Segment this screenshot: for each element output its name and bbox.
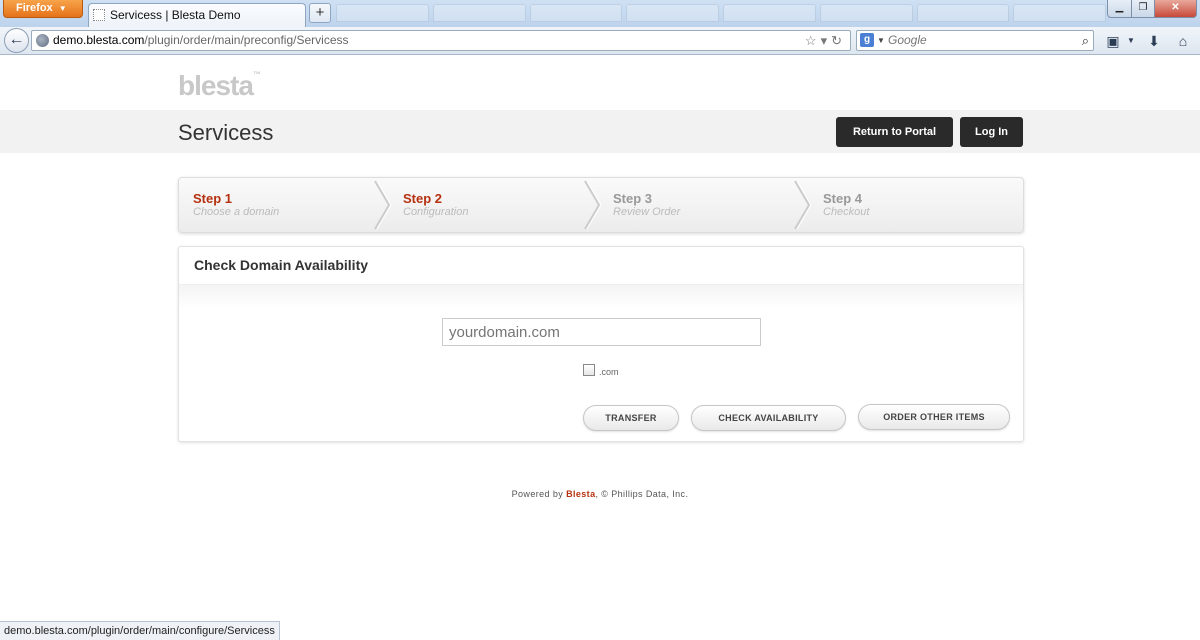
step-number: Step 2 [403,191,443,206]
globe-icon [36,34,49,47]
close-icon[interactable]: ✕ [1154,0,1197,18]
background-tab[interactable] [916,4,1010,22]
transfer-button[interactable]: TRANSFER [583,405,679,431]
footer: Powered by Blesta, © Phillips Data, Inc. [0,489,1200,499]
check-availability-button[interactable]: CHECK AVAILABILITY [691,405,846,431]
domain-input[interactable] [442,318,761,346]
background-tab[interactable] [529,4,623,22]
background-tab[interactable] [723,4,816,22]
background-tab[interactable] [432,4,526,22]
blesta-logo[interactable]: blesta™ [178,70,261,102]
search-icon[interactable]: ⌕ [1082,31,1089,50]
url-path: /plugin/order/main/preconfig/Servicess [144,33,349,47]
google-icon[interactable]: g [860,33,874,47]
browser-navbar: ← demo.blesta.com/plugin/order/main/prec… [0,27,1200,55]
url-bar-buttons: ☆▾↻ [805,31,846,50]
step-number: Step 4 [823,191,863,206]
firefox-menu-button[interactable]: Firefox ▼ [3,0,83,18]
download-icon[interactable]: ⬇ [1143,31,1165,51]
panel-title: Check Domain Availability [194,257,369,273]
step-label: Choose a domain [193,206,280,218]
search-placeholder: Google [888,33,927,47]
home-icon[interactable]: ⌂ [1172,31,1194,51]
page-icon [93,9,105,21]
back-arrow-icon[interactable]: ← [4,28,29,53]
log-in-button[interactable]: Log In [960,117,1023,147]
status-bar: demo.blesta.com/plugin/order/main/config… [0,621,280,640]
browser-titlebar: Firefox ▼ Servicess | Blesta Demo + ▁ ❐ ✕ [0,0,1200,27]
caret-down-icon[interactable]: ▼ [877,31,885,50]
step-1: Step 1 Choose a domain [179,178,389,232]
new-tab-button[interactable]: + [309,3,331,23]
search-bar[interactable]: g ▼ Google ⌕ [856,30,1094,51]
background-tab[interactable] [1013,4,1106,22]
minimize-icon[interactable]: ▁ [1107,0,1132,18]
restore-icon[interactable]: ❐ [1131,0,1155,18]
step-4: Step 4 Checkout [809,178,1019,232]
dropdown-icon[interactable]: ▾ [821,33,832,48]
reload-icon[interactable]: ↻ [831,33,846,48]
step-2: Step 2 Configuration [389,178,599,232]
return-to-portal-button[interactable]: Return to Portal [836,117,953,147]
page-title: Servicess [178,120,274,145]
panel-header: Check Domain Availability [179,247,1023,285]
background-tab[interactable] [336,4,429,22]
order-steps: Step 1 Choose a domain Step 2 Configurat… [178,177,1024,233]
step-label: Configuration [403,206,469,218]
footer-suffix: , © Phillips Data, Inc. [595,489,689,499]
footer-prefix: Powered by [511,489,564,499]
step-label: Checkout [823,206,870,218]
url-bar[interactable]: demo.blesta.com/plugin/order/main/precon… [31,30,851,51]
caret-down-icon[interactable]: ▼ [1120,31,1142,51]
logo-text: blesta [178,70,254,101]
order-other-items-button[interactable]: ORDER OTHER ITEMS [858,404,1010,430]
step-number: Step 1 [193,191,233,206]
background-tabs [336,4,1106,24]
step-label: Review Order [613,206,681,218]
firefox-menu-label: Firefox [16,2,53,14]
tld-checkbox[interactable] [583,364,595,376]
step-3: Step 3 Review Order [599,178,809,232]
blesta-link[interactable]: Blesta [566,489,595,499]
domain-panel: Check Domain Availability .com TRANSFER … [178,246,1024,442]
bookmark-star-icon[interactable]: ☆ [805,33,821,48]
tab-servicess[interactable]: Servicess | Blesta Demo [88,3,306,27]
caret-down-icon: ▼ [58,4,67,13]
tab-title: Servicess | Blesta Demo [110,8,241,22]
background-tab[interactable] [819,4,913,22]
step-number: Step 3 [613,191,653,206]
background-tab[interactable] [626,4,719,22]
url-host: demo.blesta.com [53,33,145,47]
tld-label: .com [599,367,619,377]
